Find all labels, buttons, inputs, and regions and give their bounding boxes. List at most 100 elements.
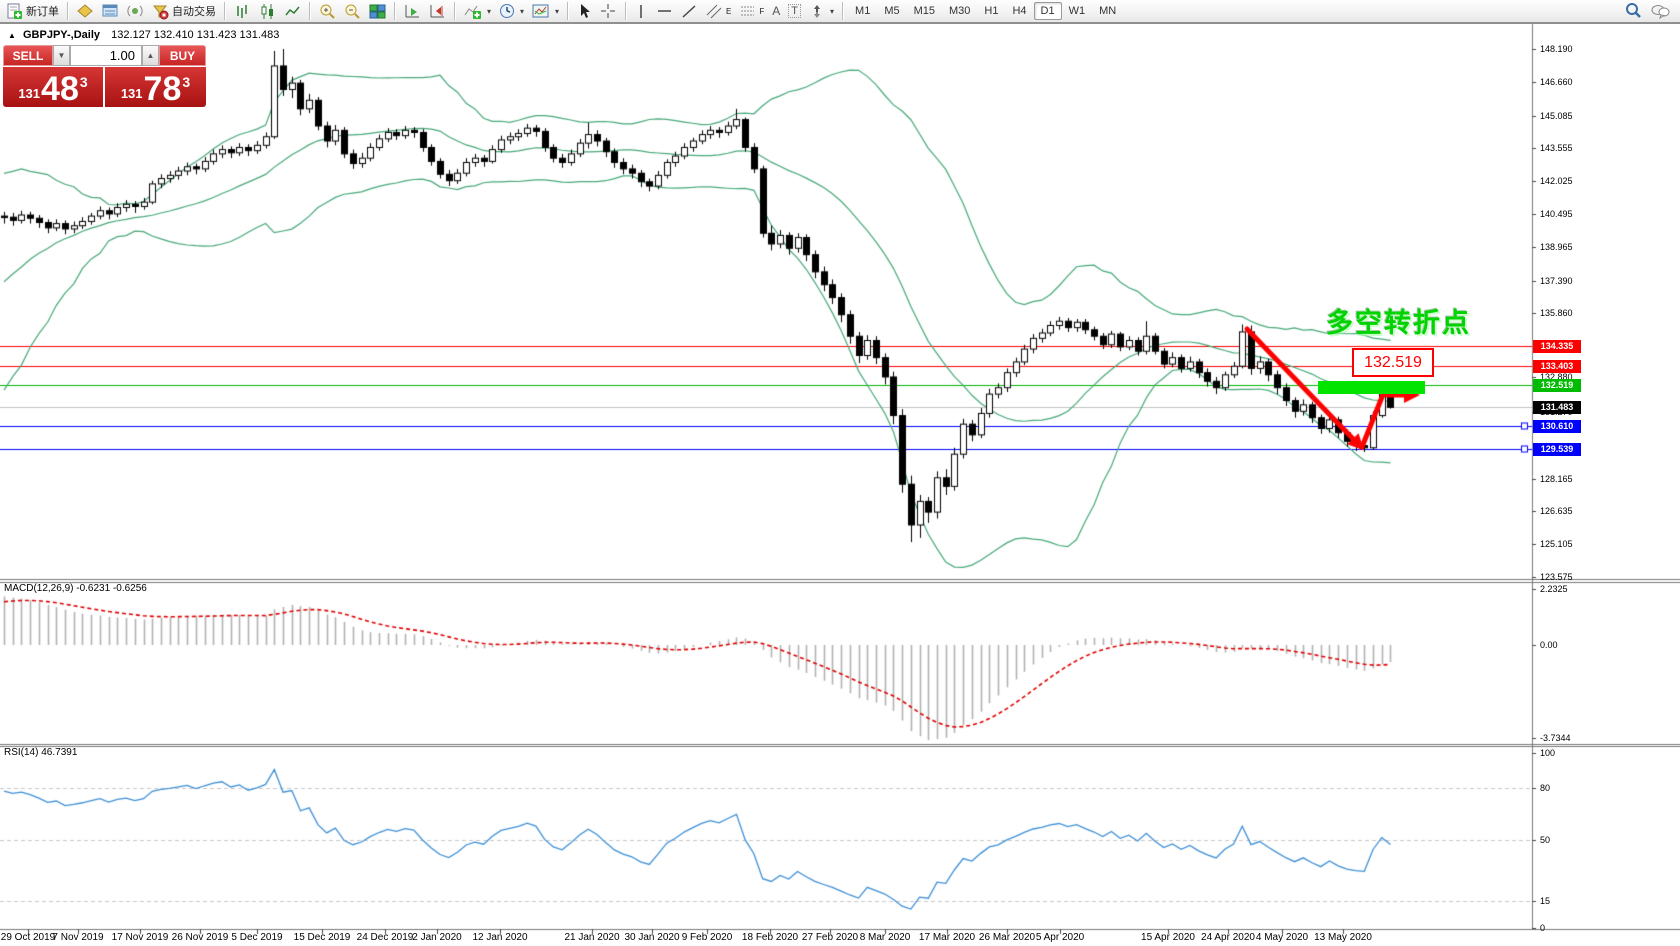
timeframe-d1-button[interactable]: D1 [1034,2,1062,20]
bar-chart-button[interactable] [230,1,255,22]
date-axis-label: 17 Mar 2020 [919,932,975,943]
timeframe-m5-button[interactable]: M5 [877,2,906,20]
timeframe-mn-button[interactable]: MN [1092,2,1123,20]
sell-price-display[interactable]: 131 48 3 [3,67,103,107]
vertical-line-button[interactable] [631,1,652,22]
horizontal-line-button[interactable] [652,1,677,22]
date-axis-label: 2 Jan 2020 [412,932,462,943]
periods-icon [499,3,516,20]
market-watch-icon [102,3,119,20]
date-axis-label: 29 Oct 2019 [1,932,55,943]
buy-price-pips: 78 [144,74,182,104]
timeframe-w1-button[interactable]: W1 [1062,2,1093,20]
price-tick-label: 128.165 [1540,474,1573,484]
rsi-tick-label: 0 [1540,923,1545,933]
price-tick-label: 140.495 [1540,209,1573,219]
search-button[interactable] [1620,0,1646,22]
timeframe-m15-button[interactable]: M15 [907,2,942,20]
rsi-tick-label: 50 [1540,835,1550,845]
buy-price-display[interactable]: 131 78 3 [105,67,206,107]
support-zone-rectangle[interactable] [1318,381,1425,394]
auto-scroll-icon [404,3,421,20]
buy-button[interactable]: BUY [159,45,206,66]
chat-icon [1650,2,1670,20]
buy-price-point: 3 [182,74,190,90]
arrows-button[interactable]: ▾ [805,1,838,22]
price-line-label: 133.403 [1533,360,1581,373]
triangle-down-icon: ▼ [58,51,66,60]
line-chart-button[interactable] [280,1,305,22]
macd-indicator-label: MACD(12,26,9) -0.6231 -0.6256 [4,583,147,594]
text-button[interactable]: A [768,2,784,20]
price-line-label: 129.539 [1533,443,1581,456]
fibonacci-button[interactable]: F [735,1,768,22]
sell-price-point: 3 [80,74,88,90]
new-order-label: 新订单 [26,3,59,19]
market-watch-button[interactable] [98,1,123,22]
timeframe-m1-button[interactable]: M1 [848,2,877,20]
price-line-label: 132.519 [1533,379,1581,392]
search-icon [1624,2,1642,20]
candlestick-button[interactable] [255,1,280,22]
date-axis-label: 7 Nov 2019 [52,932,103,943]
price-line-label: 134.335 [1533,340,1581,353]
date-axis-label: 15 Dec 2019 [294,932,351,943]
vertical-line-icon [635,3,648,20]
price-tag-132519[interactable]: 132.519 [1352,348,1434,377]
channel-button[interactable]: E [702,1,735,22]
zoom-out-icon [344,3,361,20]
tile-windows-button[interactable] [365,1,390,22]
zoom-in-button[interactable] [315,1,340,22]
collapse-triangle-icon: ▲ [8,31,16,40]
auto-trading-label: 自动交易 [172,3,216,19]
horizontal-line-icon [656,3,673,20]
profile-button[interactable] [73,1,98,22]
toolbar: 新订单 自动交易 ▾ ▾ ▾ [0,0,1680,24]
timeframe-m30-button[interactable]: M30 [942,2,977,20]
price-tick-label: 148.190 [1540,44,1573,54]
rsi-tick-label: 100 [1540,748,1555,758]
sell-button[interactable]: SELL [3,45,53,66]
chat-button[interactable] [1646,0,1674,22]
chart-window-title: ▲ GBPJPY-,Daily 132.127 132.410 131.423 … [8,29,279,41]
chinese-annotation-text[interactable]: 多空转折点 [1326,301,1471,340]
text-label-button[interactable]: T [784,2,805,20]
channel-label: E [726,7,731,16]
new-order-icon [6,3,23,20]
trendline-icon [681,3,698,20]
timeframe-h1-button[interactable]: H1 [977,2,1005,20]
indicators-button[interactable]: ▾ [460,1,495,22]
crosshair-icon [600,3,617,20]
fibonacci-label: F [759,7,764,16]
chevron-down-icon: ▾ [830,7,834,16]
channel-icon [706,3,723,20]
broadcast-button[interactable] [123,1,148,22]
new-order-button[interactable]: 新订单 [2,1,63,22]
volume-decrease-button[interactable]: ▼ [53,45,70,66]
date-axis-label: 27 Feb 2020 [802,932,858,943]
volume-increase-button[interactable]: ▲ [142,45,159,66]
auto-scroll-button[interactable] [400,1,425,22]
crosshair-button[interactable] [596,1,621,22]
templates-button[interactable]: ▾ [528,1,563,22]
date-axis-label: 24 Dec 2019 [357,932,414,943]
chart-canvas[interactable] [0,0,1680,946]
trendline-button[interactable] [677,1,702,22]
price-tick-label: 123.575 [1540,572,1573,582]
chevron-down-icon: ▾ [520,7,524,16]
arrows-icon [809,3,826,20]
bar-chart-icon [234,3,251,20]
volume-input[interactable]: 1.00 [70,45,142,66]
rsi-tick-label: 15 [1540,896,1550,906]
timeframe-h4-button[interactable]: H4 [1005,2,1033,20]
text-icon: A [772,4,780,18]
buy-price-figure: 131 [121,86,143,101]
zoom-out-button[interactable] [340,1,365,22]
price-tick-label: 126.635 [1540,506,1573,516]
profile-icon [77,3,94,20]
cursor-button[interactable] [573,1,596,22]
date-axis-label: 12 Jan 2020 [472,932,527,943]
periods-button[interactable]: ▾ [495,1,528,22]
chart-shift-button[interactable] [425,1,450,22]
auto-trading-button[interactable]: 自动交易 [148,1,220,22]
